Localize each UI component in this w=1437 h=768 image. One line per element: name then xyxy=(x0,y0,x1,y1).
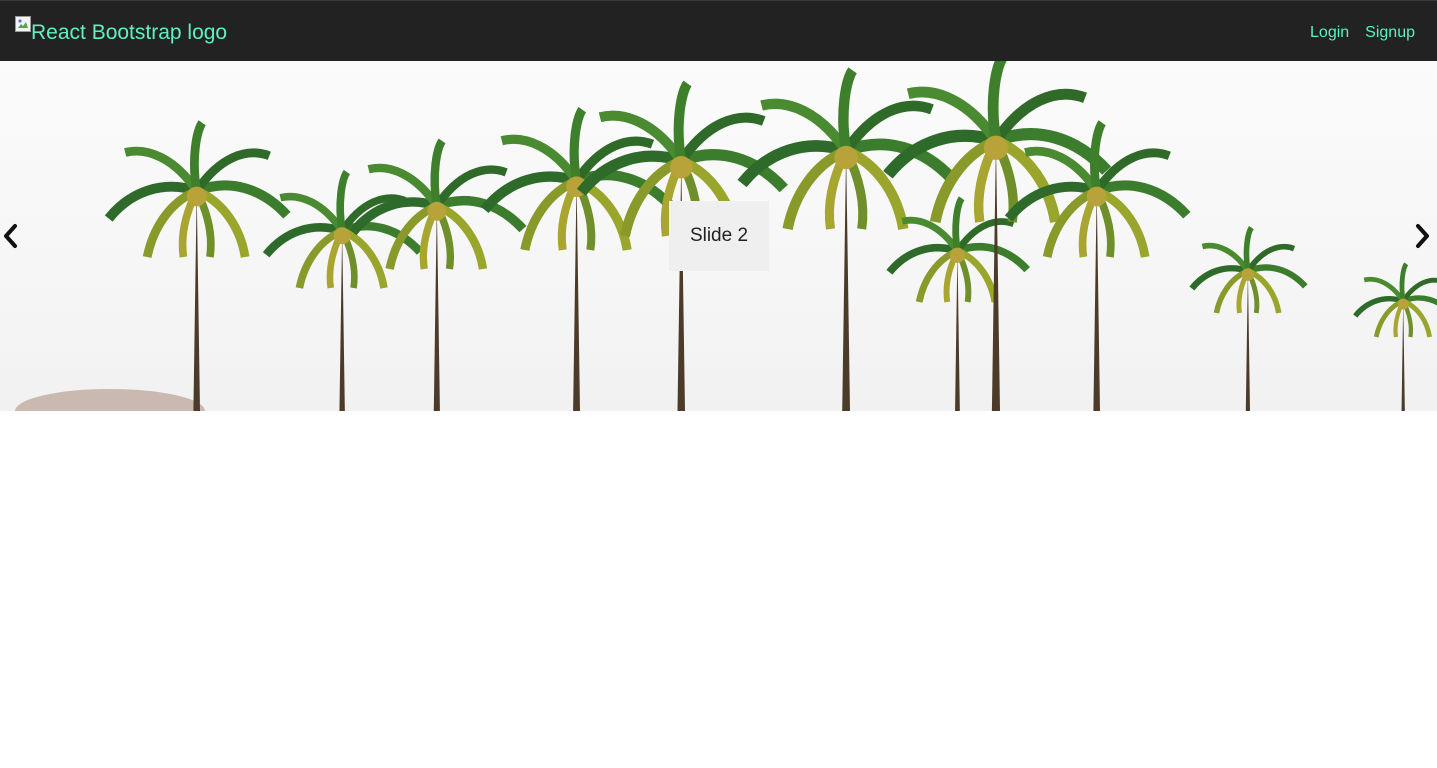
chevron-right-icon xyxy=(1416,224,1429,248)
broken-image-icon xyxy=(15,16,31,32)
signup-link[interactable]: Signup xyxy=(1365,20,1415,46)
image-carousel: Slide 2 xyxy=(0,61,1437,411)
login-link[interactable]: Login xyxy=(1310,20,1349,46)
chevron-left-icon xyxy=(4,224,17,248)
brand-alt-text: React Bootstrap logo xyxy=(31,21,228,44)
brand-link[interactable]: React Bootstrap logo xyxy=(15,16,227,49)
carousel-next-button[interactable] xyxy=(1405,219,1437,253)
top-navbar: React Bootstrap logo Login Signup xyxy=(0,0,1437,61)
carousel-caption: Slide 2 xyxy=(669,201,769,271)
carousel-prev-button[interactable] xyxy=(0,219,28,253)
nav-links: Login Signup xyxy=(1310,20,1415,46)
